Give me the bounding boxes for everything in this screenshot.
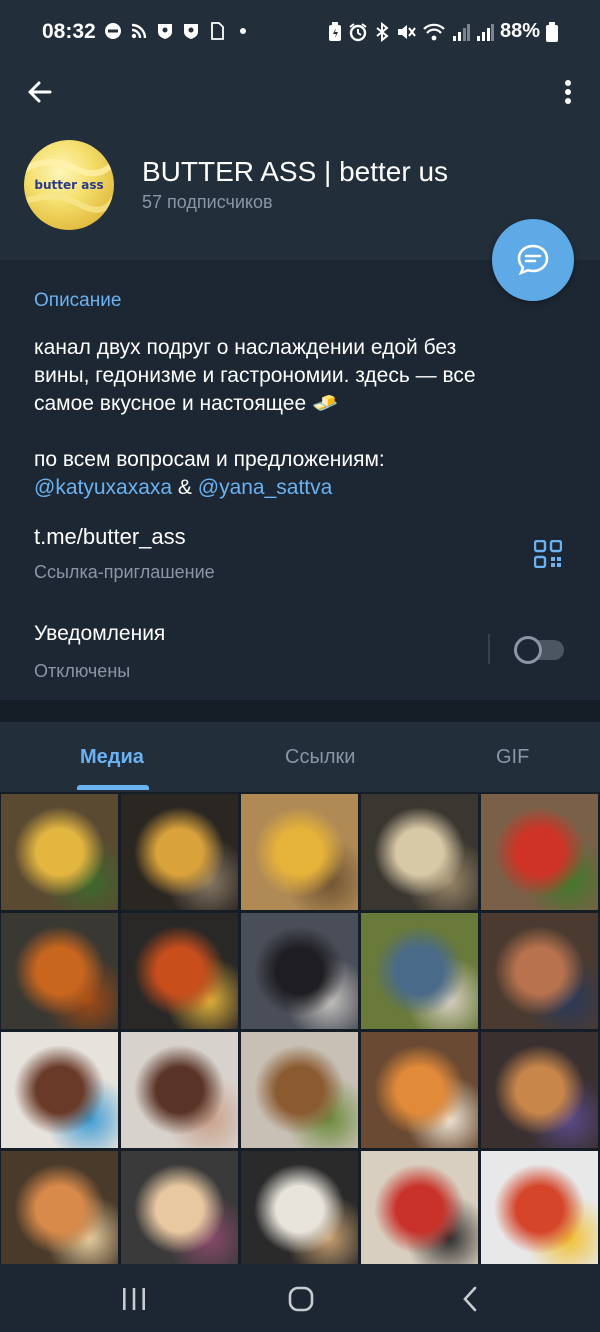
arrow-left-icon — [28, 81, 52, 103]
home-button[interactable] — [281, 1284, 321, 1314]
description-line: вины, гедонизме и гастрономии. здесь — в… — [34, 364, 476, 387]
recent-apps-icon — [123, 1288, 145, 1310]
dot-icon — [234, 22, 252, 40]
description-line: канал двух подруг о наслаждении едой без — [34, 336, 457, 359]
description-label: Описание — [34, 290, 122, 311]
back-nav-button[interactable] — [450, 1284, 490, 1314]
signal-icon — [452, 23, 470, 41]
media-thumbnail[interactable] — [361, 1032, 478, 1148]
media-thumbnail[interactable] — [1, 913, 118, 1029]
wifi-icon — [423, 23, 445, 40]
battery-saver-icon — [328, 21, 341, 41]
description-text: канал двух подруг о наслаждении едой без… — [34, 334, 554, 502]
media-thumbnail[interactable] — [241, 1151, 358, 1264]
qr-code-icon — [533, 539, 563, 569]
media-thumbnail[interactable] — [361, 794, 478, 910]
divider — [488, 634, 490, 664]
rss-icon — [130, 22, 148, 40]
mute-icon — [397, 24, 416, 39]
media-thumbnail[interactable] — [361, 913, 478, 1029]
invite-link-label: Ссылка-приглашение — [34, 562, 215, 582]
media-thumbnail[interactable] — [1, 1032, 118, 1148]
media-thumbnail[interactable] — [481, 1151, 598, 1264]
tab-links[interactable]: Ссылки — [285, 746, 355, 769]
description-line: самое вкусное и настоящее 🧈 — [34, 392, 339, 415]
chat-bubble-icon — [517, 244, 549, 276]
media-thumbnail[interactable] — [481, 794, 598, 910]
battery-icon — [546, 21, 558, 42]
more-vertical-icon — [565, 80, 571, 104]
media-tabs: Медиа Ссылки GIF — [0, 722, 600, 792]
invite-link[interactable]: t.me/butter_ass — [34, 524, 186, 550]
mention-link-yana-sattva[interactable]: @yana_sattva — [198, 476, 333, 499]
chevron-left-icon — [463, 1286, 477, 1312]
active-tab-indicator — [77, 785, 149, 790]
mention-separator: & — [172, 476, 198, 499]
notifications-label: Уведомления — [34, 622, 166, 645]
tab-gif[interactable]: GIF — [496, 746, 529, 769]
tab-media[interactable]: Медиа — [80, 746, 144, 769]
toggle-knob — [514, 636, 542, 664]
section-separator — [0, 700, 600, 722]
discuss-button[interactable] — [492, 219, 574, 301]
media-grid — [0, 792, 600, 1264]
media-thumbnail[interactable] — [241, 1032, 358, 1148]
mention-link-katyuxaxaxa[interactable]: @katyuxaxaxa — [34, 476, 172, 499]
channel-avatar[interactable]: butter ass — [24, 140, 114, 230]
notifications-toggle[interactable] — [514, 636, 564, 664]
media-thumbnail[interactable] — [481, 913, 598, 1029]
media-thumbnail[interactable] — [361, 1151, 478, 1264]
media-thumbnail[interactable] — [121, 1032, 238, 1148]
channel-info: Описание канал двух подруг о наслаждении… — [0, 260, 600, 700]
home-icon — [288, 1286, 314, 1312]
channel-title: BUTTER ASS | better us — [142, 156, 449, 187]
media-thumbnail[interactable] — [481, 1032, 598, 1148]
status-time: 08:32 — [42, 20, 96, 43]
shield-icon — [182, 22, 200, 40]
notifications-state: Отключены — [34, 661, 131, 681]
subscriber-count: 57 подписчиков — [142, 192, 273, 212]
media-thumbnail[interactable] — [121, 1151, 238, 1264]
document-icon — [208, 22, 226, 40]
status-bar: 08:32 88% — [0, 0, 600, 66]
avatar-logo-text: butter ass — [34, 178, 104, 192]
shield-icon — [156, 22, 174, 40]
media-thumbnail[interactable] — [121, 794, 238, 910]
battery-percent: 88% — [499, 20, 540, 42]
do-not-disturb-icon — [104, 22, 122, 40]
back-button[interactable] — [24, 76, 56, 108]
qr-code-button[interactable] — [533, 539, 563, 569]
signal-icon — [476, 23, 494, 41]
recent-apps-button[interactable] — [114, 1284, 154, 1314]
media-thumbnail[interactable] — [1, 794, 118, 910]
alarm-icon — [349, 22, 367, 41]
status-left-icons — [104, 22, 252, 40]
media-thumbnail[interactable] — [241, 794, 358, 910]
status-right-icons: 88% — [328, 20, 558, 43]
contact-line: по всем вопросам и предложениям: — [34, 448, 385, 471]
media-thumbnail[interactable] — [121, 913, 238, 1029]
media-thumbnail[interactable] — [1, 1151, 118, 1264]
media-thumbnail[interactable] — [241, 913, 358, 1029]
system-nav-bar — [0, 1264, 600, 1332]
more-menu-button[interactable] — [558, 76, 578, 108]
bluetooth-icon — [376, 21, 389, 42]
